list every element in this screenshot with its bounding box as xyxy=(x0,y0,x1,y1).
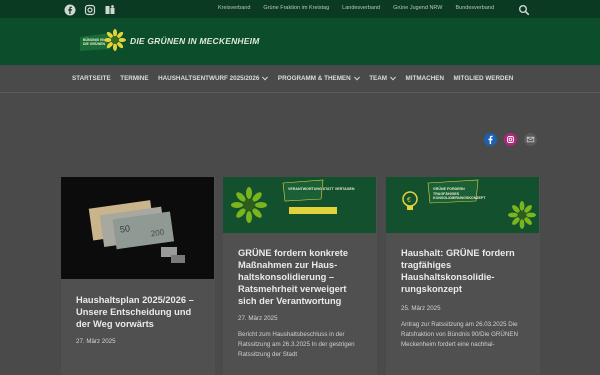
site-header: BÜNDNIS 90 DIE GRÜNEN DIE GRÜNEN IN MECK… xyxy=(0,18,600,65)
medium-icon[interactable] xyxy=(104,3,116,15)
top-links: Kreisverband Grüne Fraktion im Kreistag … xyxy=(218,5,507,11)
nav-item-termine[interactable]: TERMINE xyxy=(120,75,148,82)
instagram-icon[interactable] xyxy=(84,3,96,16)
post-image-banner[interactable]: VERANTWORTUNG STATT VERTAGEN xyxy=(223,177,376,233)
top-link-gruene-jugend[interactable]: Grüne Jugend NRW xyxy=(393,5,442,11)
post-card[interactable]: VERANTWORTUNG STATT VERTAGEN GRÜNE forde… xyxy=(223,177,377,375)
top-utility-bar: Kreisverband Grüne Fraktion im Kreistag … xyxy=(0,0,600,18)
post-image-banner[interactable]: € GRÜNE FORDERN TRAGFÄHIGES KONSOLIDIERU… xyxy=(386,177,539,233)
svg-text:€: € xyxy=(407,197,411,204)
facebook-icon[interactable] xyxy=(64,3,76,16)
post-title[interactable]: Haushalt: GRÜNE fordern tragfähiges Haus… xyxy=(386,247,540,295)
nav-item-programm-themen[interactable]: PROGRAMM & THEMEN xyxy=(278,75,360,82)
nav-label: TERMINE xyxy=(120,75,149,82)
nav-label: MITGLIED WERDEN xyxy=(453,75,514,82)
nav-item-haushaltsentwurf[interactable]: HAUSHALTSENTWURF 2025/2026 xyxy=(158,75,269,82)
banner-text: GRÜNE FORDERN TRAGFÄHIGES KONSOLIDIERUNG… xyxy=(433,187,486,200)
search-icon[interactable] xyxy=(518,3,530,16)
facebook-icon[interactable] xyxy=(484,133,497,146)
logo-text: BÜNDNIS 90 DIE GRÜNEN xyxy=(83,38,105,46)
nav-item-team[interactable]: TEAM xyxy=(369,75,396,82)
banner-text: VERANTWORTUNG STATT VERTAGEN xyxy=(288,187,355,191)
social-links xyxy=(64,3,116,16)
nav-label: PROGRAMM & THEMEN xyxy=(277,75,351,82)
share-icons xyxy=(484,133,537,146)
post-image-money[interactable]: 50 200 xyxy=(61,177,214,279)
svg-text:200: 200 xyxy=(150,227,165,238)
nav-label: MITMACHEN xyxy=(405,75,445,82)
main-navigation: STARTSEITE TERMINE HAUSHALTSENTWURF 2025… xyxy=(0,65,600,93)
top-link-fraktion-kreistag[interactable]: Grüne Fraktion im Kreistag xyxy=(263,5,329,11)
chevron-down-icon xyxy=(353,76,360,81)
top-link-bundesverband[interactable]: Bundesverband xyxy=(456,5,495,11)
chevron-down-icon xyxy=(262,76,269,81)
post-title[interactable]: Haushaltsplan 2025/2026 – Unsere Entsche… xyxy=(61,294,215,330)
nav-label: STARTSEITE xyxy=(72,75,111,82)
nav-item-startseite[interactable]: STARTSEITE xyxy=(72,75,111,82)
top-link-landesverband[interactable]: Landesverband xyxy=(342,5,380,11)
instagram-icon[interactable] xyxy=(504,133,517,146)
nav-item-mitglied-werden[interactable]: MITGLIED WERDEN xyxy=(454,75,514,82)
post-title[interactable]: GRÜNE fordern konkrete Maßnahmen zur Hau… xyxy=(223,247,377,307)
nav-label: TEAM xyxy=(369,75,388,82)
svg-text:50: 50 xyxy=(119,223,130,234)
post-excerpt: Antrag zur Ratssitzung am 26.03.2025 Die… xyxy=(401,321,518,348)
chevron-down-icon xyxy=(390,76,396,81)
post-card[interactable]: € GRÜNE FORDERN TRAGFÄHIGES KONSOLIDIERU… xyxy=(386,177,540,375)
post-date: 27. März 2025 xyxy=(238,315,278,322)
nav-label: HAUSHALTSENTWURF 2025/2026 xyxy=(158,75,260,82)
site-title[interactable]: DIE GRÜNEN IN MECKENHEIM xyxy=(130,36,259,46)
top-link-kreisverband[interactable]: Kreisverband xyxy=(218,5,250,11)
post-date: 27. März 2025 xyxy=(76,338,116,345)
mail-icon[interactable] xyxy=(524,133,537,146)
post-card[interactable]: 50 200 Haushaltsplan 2025/2026 – Unsere … xyxy=(61,177,215,375)
post-excerpt: Bericht zum Haushaltsbeschluss in der Ra… xyxy=(238,331,355,358)
post-date: 25. März 2025 xyxy=(401,305,441,312)
nav-item-mitmachen[interactable]: MITMACHEN xyxy=(406,75,444,82)
